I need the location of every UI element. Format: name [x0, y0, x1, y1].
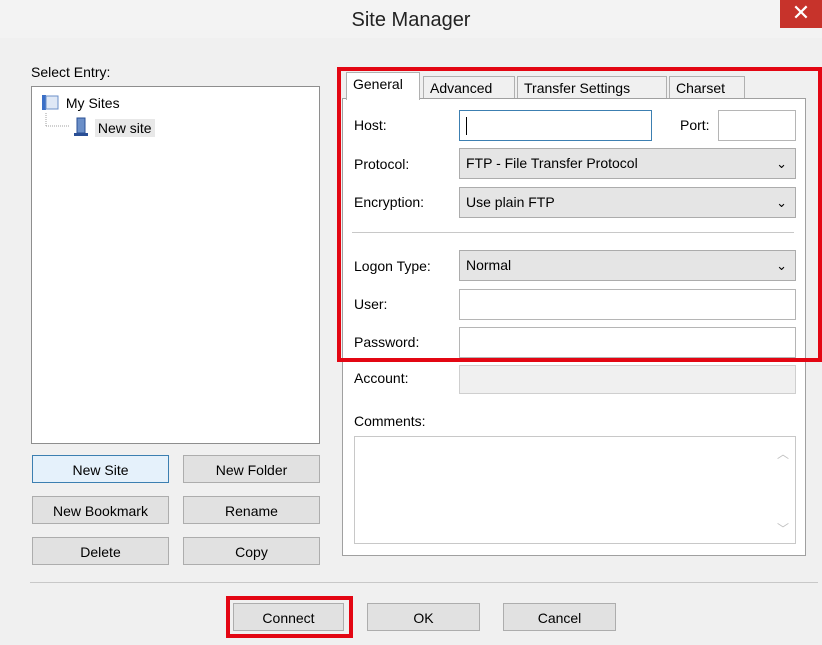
encryption-label: Encryption: [354, 194, 425, 210]
encryption-select[interactable]: Use plain FTP ⌄ [459, 187, 796, 218]
password-input[interactable] [459, 327, 796, 358]
host-input[interactable] [459, 110, 652, 141]
connect-button[interactable]: Connect [233, 603, 344, 631]
text-cursor [466, 117, 467, 135]
tree-item-my-sites[interactable]: My Sites [40, 93, 120, 111]
new-bookmark-button[interactable]: New Bookmark [32, 496, 169, 524]
tree-connector [45, 113, 69, 127]
tree-item-label: My Sites [65, 95, 120, 111]
user-input[interactable] [459, 289, 796, 320]
logon-type-select[interactable]: Normal ⌄ [459, 250, 796, 281]
folder-icon [42, 95, 59, 110]
logon-type-value: Normal [466, 257, 512, 273]
cancel-button[interactable]: Cancel [503, 603, 616, 631]
footer-divider [30, 582, 818, 583]
tab-general[interactable]: General [346, 72, 420, 100]
chevron-down-icon: ⌄ [776, 156, 787, 171]
tab-transfer-settings[interactable]: Transfer Settings [517, 76, 667, 100]
account-label: Account: [354, 370, 409, 386]
scroll-down-icon[interactable]: ﹀ [777, 520, 789, 537]
new-folder-button[interactable]: New Folder [183, 455, 320, 483]
tree-item-new-site[interactable]: New site [73, 117, 155, 137]
select-entry-label: Select Entry: [31, 64, 111, 80]
window-title: Site Manager [351, 9, 471, 31]
delete-button[interactable]: Delete [32, 537, 169, 565]
protocol-value: FTP - File Transfer Protocol [466, 155, 638, 171]
comments-textarea[interactable]: ︿ ﹀ [354, 436, 796, 544]
protocol-label: Protocol: [354, 156, 410, 172]
tab-charset[interactable]: Charset [669, 76, 745, 100]
password-label: Password: [354, 334, 420, 350]
chevron-down-icon: ⌄ [776, 195, 787, 210]
title-bar: Site Manager ✕ [0, 0, 822, 38]
site-tree[interactable]: My Sites New site [31, 86, 320, 444]
new-site-button[interactable]: New Site [32, 455, 169, 483]
user-label: User: [354, 296, 388, 312]
tree-item-label: New site [94, 119, 155, 137]
host-label: Host: [354, 117, 387, 133]
account-input [459, 365, 796, 394]
copy-button[interactable]: Copy [183, 537, 320, 565]
site-manager-window: Site Manager ✕ Select Entry: My Sites Ne… [0, 0, 822, 645]
chevron-down-icon: ⌄ [776, 258, 787, 273]
close-button[interactable]: ✕ [780, 0, 822, 28]
scroll-up-icon[interactable]: ︿ [777, 445, 789, 462]
tab-advanced[interactable]: Advanced [423, 76, 515, 100]
ok-button[interactable]: OK [367, 603, 480, 631]
rename-button[interactable]: Rename [183, 496, 320, 524]
server-icon [74, 117, 88, 136]
port-input[interactable] [718, 110, 796, 141]
close-icon: ✕ [791, 0, 811, 25]
comments-label: Comments: [354, 413, 426, 429]
port-label: Port: [680, 117, 710, 133]
separator [352, 232, 794, 233]
encryption-value: Use plain FTP [466, 194, 555, 210]
logon-type-label: Logon Type: [354, 258, 431, 274]
protocol-select[interactable]: FTP - File Transfer Protocol ⌄ [459, 148, 796, 179]
